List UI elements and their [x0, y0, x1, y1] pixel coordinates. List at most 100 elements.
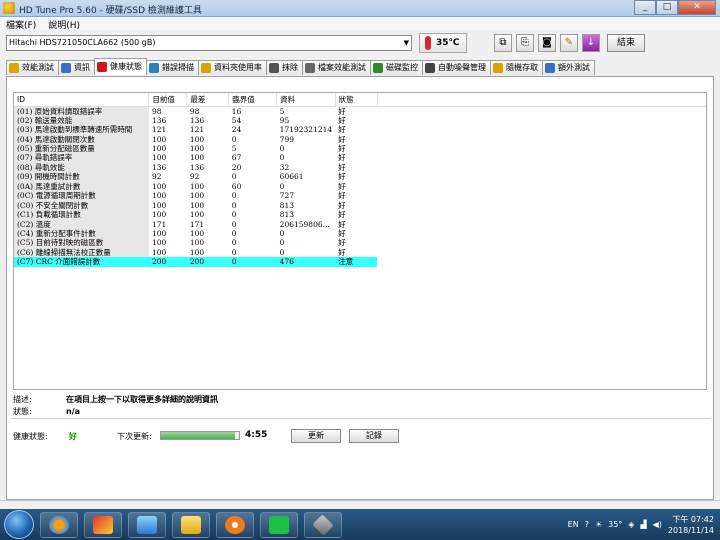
cell-current: 136 — [151, 162, 167, 172]
cell-data: 0 — [279, 247, 285, 257]
table-row[interactable]: (01) 原始資料讀取錯誤率 98 98 16 5 好 — [14, 106, 706, 116]
taskbar-media-player[interactable] — [40, 512, 78, 538]
tab-3[interactable]: 健康狀態 — [94, 58, 147, 75]
help-icon[interactable]: ? — [585, 520, 589, 529]
table-row[interactable]: (C6) 離線掃描無法校正數量 100 100 0 0 好 — [14, 247, 706, 258]
tab-1[interactable]: 效能測試 — [6, 60, 59, 75]
tab-10[interactable]: 隨機存取 — [490, 60, 543, 75]
cell-worst: 92 — [189, 172, 200, 182]
cell-status: 好 — [338, 162, 346, 172]
tab-icon — [373, 63, 383, 73]
menu-help[interactable]: 說明(H) — [42, 17, 86, 31]
table-row[interactable]: (C5) 目前待對映的磁區數 100 100 0 0 好 — [14, 238, 706, 248]
drive-select-value: Hitachi HDS721050CLA662 (500 gB) — [9, 38, 156, 47]
cell-data: 0 — [279, 144, 285, 154]
taskbar-photo-viewer[interactable] — [84, 512, 122, 538]
next-update-label: 下次更新: — [117, 432, 152, 441]
chevron-down-icon: ▼ — [403, 39, 409, 47]
cell-worst: 100 — [189, 134, 205, 144]
language-indicator[interactable]: EN — [568, 520, 579, 529]
tab-5[interactable]: 資料夾使用率 — [198, 60, 267, 75]
table-row[interactable]: (0C) 電源循環周期計數 100 100 0 727 好 — [14, 191, 706, 201]
taskbar-video-player[interactable] — [216, 512, 254, 538]
cell-filler — [377, 144, 706, 153]
col-status[interactable]: 狀態 — [335, 93, 378, 107]
tab-8[interactable]: 磁碟監控 — [370, 60, 423, 75]
cell-data: 813 — [279, 210, 294, 220]
cell-current: 100 — [151, 247, 167, 257]
log-button[interactable]: 記錄 — [349, 429, 399, 443]
table-row[interactable]: (0A) 馬達重試計數 100 100 60 0 好 — [14, 181, 706, 191]
save-icon[interactable]: ↓ — [582, 34, 600, 52]
network-icon[interactable]: ▟ — [640, 520, 646, 529]
tab-4[interactable]: 錯誤掃描 — [146, 60, 199, 75]
close-button[interactable]: ✕ — [678, 0, 716, 15]
temperature-display[interactable]: 35℃ — [419, 33, 467, 53]
taskbar-hd-tune[interactable] — [304, 512, 342, 538]
cell-current: 100 — [151, 191, 167, 201]
cell-current: 136 — [151, 115, 167, 125]
update-button[interactable]: 更新 — [291, 429, 341, 443]
tab-9[interactable]: 自動噪聲管理 — [422, 60, 491, 75]
cell-threshold: 54 — [231, 115, 242, 125]
cell-filler — [377, 257, 706, 267]
tab-label: 錯誤掃描 — [162, 63, 194, 72]
col-id[interactable]: ID — [14, 93, 150, 107]
copy-text-icon[interactable]: ⧉ — [494, 34, 512, 52]
cell-filler — [377, 153, 706, 162]
tab-7[interactable]: 檔案效能測試 — [302, 60, 371, 75]
col-current[interactable]: 目前值 — [148, 93, 188, 107]
col-worst[interactable]: 最差 — [186, 93, 230, 107]
photo-viewer-icon — [93, 516, 113, 534]
cell-data: 0 — [279, 228, 285, 238]
tab-2[interactable]: 資訊 — [58, 60, 95, 75]
table-row[interactable]: (05) 重新分配磁區數量 100 100 5 0 好 — [14, 143, 706, 154]
tab-label: 資料夾使用率 — [214, 63, 262, 72]
table-row[interactable]: (04) 馬達啟動關閉次數 100 100 0 799 好 — [14, 134, 706, 144]
col-threshold[interactable]: 臨界值 — [228, 93, 278, 107]
table-row[interactable]: (C7) CRC 介面錯誤計數 200 200 0 476 注意 — [14, 257, 706, 267]
table-row[interactable]: (07) 尋軌錯誤率 100 100 67 0 好 — [14, 153, 706, 163]
table-row[interactable]: (08) 尋軌效能 136 136 20 32 好 — [14, 162, 706, 173]
description-value: 在項目上按一下以取得更多詳細的說明資訊 — [66, 394, 218, 404]
cell-threshold: 5 — [231, 144, 237, 154]
drive-select[interactable]: Hitachi HDS721050CLA662 (500 gB) ▼ — [6, 35, 412, 51]
tab-label: 自動噪聲管理 — [438, 63, 486, 72]
options-icon[interactable]: ✎ — [560, 34, 578, 52]
table-row[interactable]: (03) 馬達啟動到標準轉速所需時間 121 121 24 17192321214 好 — [14, 124, 706, 135]
tray-apps-icon[interactable]: ◈ — [628, 520, 634, 529]
table-row[interactable]: (C1) 負載循環計數 100 100 0 813 好 — [14, 209, 706, 220]
start-button[interactable] — [4, 510, 34, 539]
clock[interactable]: 下午 07:42 2018/11/14 — [668, 514, 714, 536]
col-data[interactable]: 資料 — [276, 93, 336, 107]
description-label: 描述: — [13, 394, 32, 404]
taskbar-file-explorer[interactable] — [172, 512, 210, 538]
clock-date: 2018/11/14 — [667, 525, 714, 535]
tab-label: 額外測試 — [558, 63, 590, 72]
table-row[interactable]: (09) 開機時間計數 92 92 0 60661 好 — [14, 172, 706, 182]
table-row[interactable]: (C2) 溫度 171 171 0 206159806... 好 — [14, 219, 706, 229]
cell-threshold: 0 — [231, 210, 237, 220]
tab-11[interactable]: 額外測試 — [542, 60, 595, 75]
taskbar-window[interactable] — [128, 512, 166, 538]
cell-current: 92 — [151, 172, 162, 182]
volume-icon[interactable]: ◀) — [653, 520, 662, 529]
table-row[interactable]: (C4) 重新分配事件計數 100 100 0 0 好 — [14, 228, 706, 239]
copy-screenshot-icon[interactable]: ⎘ — [516, 34, 534, 52]
tab-icon — [545, 63, 555, 73]
title-bar: HD Tune Pro 5.60 - 硬碟/SSD 檢測維護工具 _ □ ✕ — [0, 0, 720, 17]
clock-time: 下午 07:42 — [672, 514, 714, 524]
exit-button[interactable]: 結束 — [607, 34, 645, 52]
tab-label: 隨機存取 — [506, 63, 538, 72]
cell-worst: 171 — [189, 219, 205, 229]
camera-icon[interactable]: ◙ — [538, 34, 556, 52]
taskbar-line[interactable] — [260, 512, 298, 538]
table-row[interactable]: (02) 輸送量效能 136 136 54 95 好 — [14, 115, 706, 125]
maximize-button[interactable]: □ — [656, 0, 678, 15]
minimize-button[interactable]: _ — [634, 0, 656, 15]
col-filler — [377, 93, 706, 107]
cell-worst: 121 — [189, 125, 205, 135]
menu-file[interactable]: 檔案(F) — [0, 17, 42, 31]
table-row[interactable]: (C0) 不安全關閉計數 100 100 0 813 好 — [14, 200, 706, 210]
tab-6[interactable]: 抹除 — [266, 60, 303, 75]
